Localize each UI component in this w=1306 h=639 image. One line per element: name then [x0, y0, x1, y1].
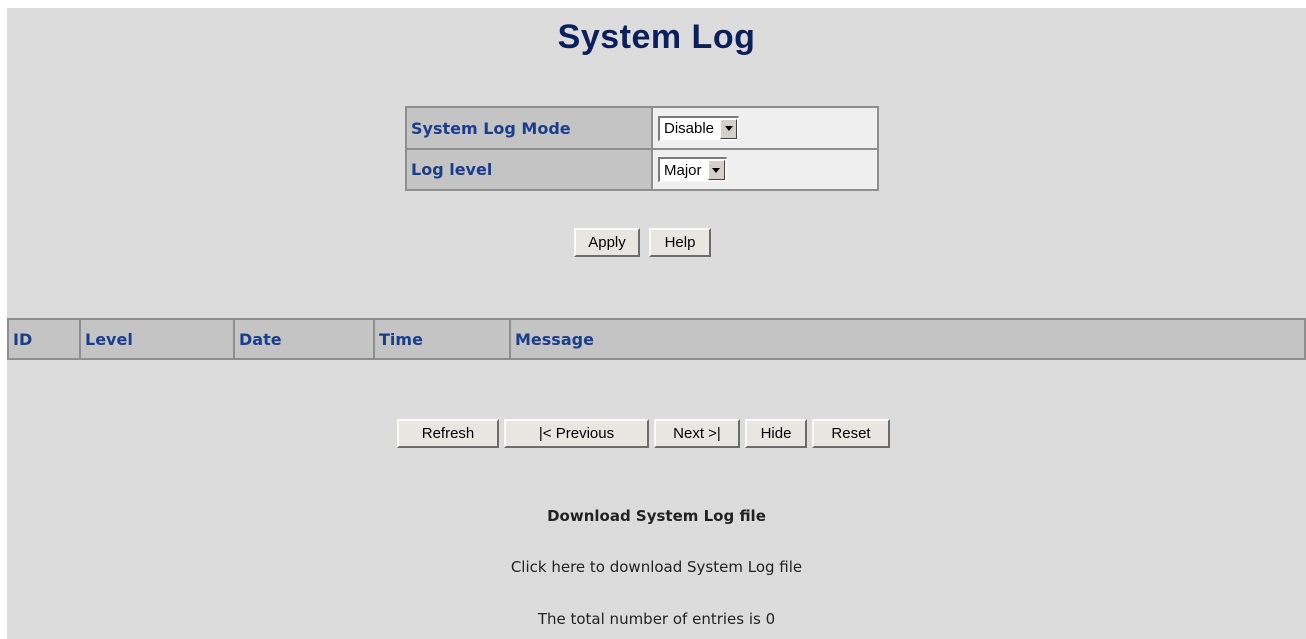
page-title: System Log: [557, 18, 756, 56]
next-button[interactable]: Next >|: [654, 419, 740, 448]
system-log-mode-value: Disable: [664, 120, 715, 137]
column-header-time: Time: [374, 319, 511, 359]
download-link[interactable]: Click here to download System Log file: [7, 558, 1306, 576]
total-entries-text: The total number of entries is 0: [537, 610, 776, 628]
chevron-down-icon[interactable]: [707, 160, 725, 180]
column-header-message: Message: [510, 319, 1305, 359]
previous-button[interactable]: |< Previous: [504, 419, 649, 448]
log-level-select[interactable]: Major: [658, 157, 727, 182]
download-heading: Download System Log file: [547, 507, 766, 525]
log-level-value: Major: [664, 161, 702, 179]
help-button[interactable]: Help: [649, 228, 711, 257]
system-log-mode-label: System Log Mode: [407, 108, 653, 150]
log-table-header-row: ID Level Date Time Message: [8, 319, 1305, 359]
column-header-date: Date: [234, 319, 375, 359]
column-header-level: Level: [80, 319, 235, 359]
system-log-table: ID Level Date Time Message: [7, 318, 1306, 360]
reset-button[interactable]: Reset: [812, 419, 890, 448]
log-level-row: Log level Major: [407, 150, 877, 189]
system-log-settings-table: System Log Mode Disable Log level Major: [405, 106, 879, 191]
system-log-page: System Log System Log Mode Disable Log l…: [7, 8, 1306, 639]
system-log-mode-select[interactable]: Disable: [658, 115, 740, 141]
hide-button[interactable]: Hide: [745, 419, 807, 448]
log-level-label: Log level: [407, 150, 653, 189]
refresh-button[interactable]: Refresh: [397, 419, 499, 448]
system-log-mode-row: System Log Mode Disable: [407, 108, 877, 150]
column-header-id: ID: [8, 319, 81, 359]
chevron-down-icon[interactable]: [720, 118, 738, 139]
apply-button[interactable]: Apply: [574, 228, 640, 257]
